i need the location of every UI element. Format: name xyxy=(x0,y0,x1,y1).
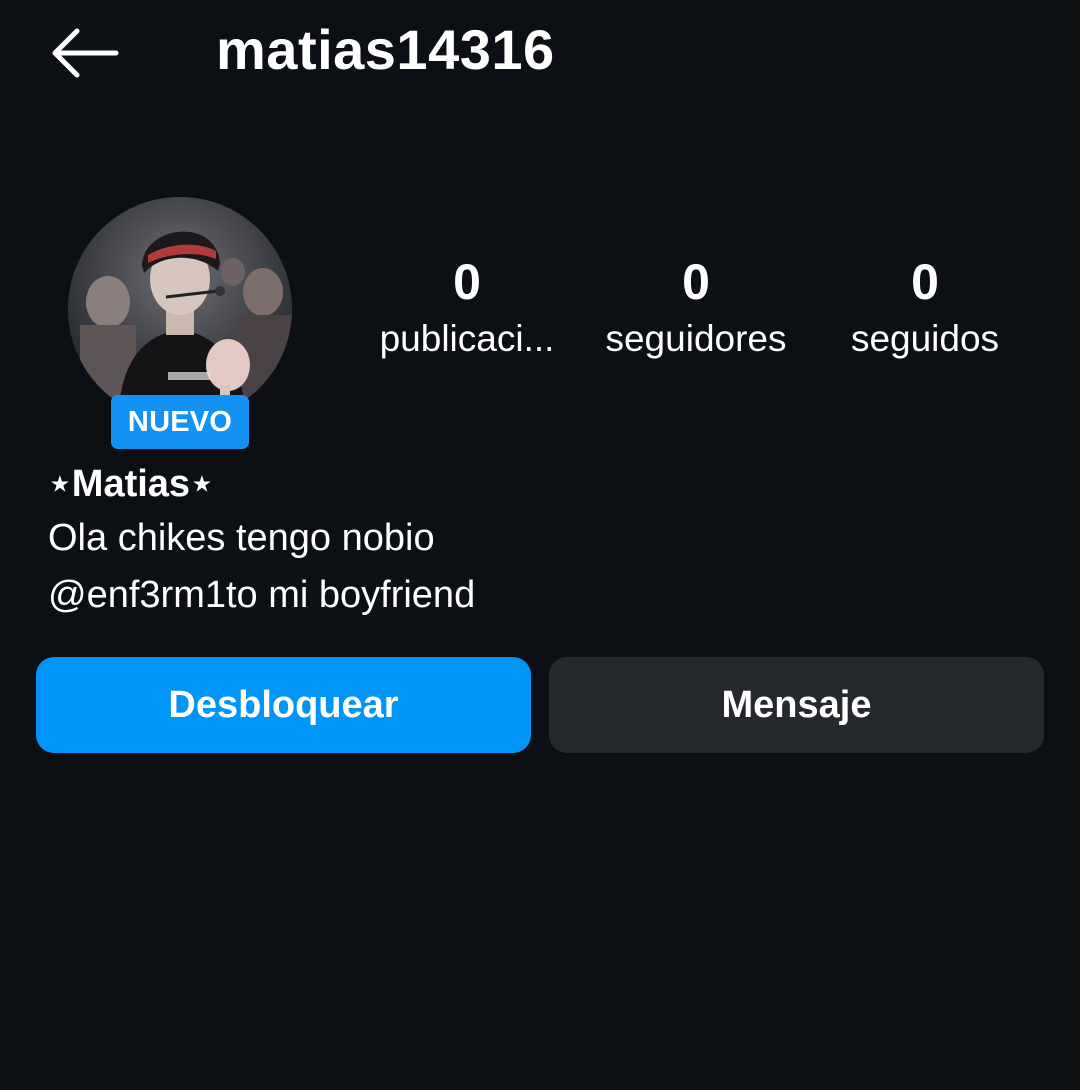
unblock-button[interactable]: Desbloquear xyxy=(36,657,531,753)
avatar[interactable] xyxy=(68,197,292,421)
stat-posts-count: 0 xyxy=(453,254,481,310)
stat-posts-label: publicaci... xyxy=(379,318,555,359)
page-title-username: matias14316 xyxy=(216,18,555,81)
stat-posts[interactable]: 0 publicaci... xyxy=(352,250,582,364)
arrow-left-icon xyxy=(52,28,119,78)
back-button[interactable] xyxy=(42,22,126,84)
display-name: ⋆Matias⋆ xyxy=(48,463,214,505)
profile-photo xyxy=(68,197,292,421)
stat-followers-label: seguidores xyxy=(605,318,787,359)
stat-followers-count: 0 xyxy=(682,254,710,310)
bio-line: Ola chikes tengo nobio xyxy=(48,517,435,559)
new-badge: NUEVO xyxy=(111,395,249,449)
stat-following-label: seguidos xyxy=(850,318,1000,359)
message-button[interactable]: Mensaje xyxy=(549,657,1044,753)
bio-line[interactable]: @enf3rm1to mi boyfriend xyxy=(48,569,475,621)
stat-followers[interactable]: 0 seguidores xyxy=(581,250,811,364)
stat-following-count: 0 xyxy=(911,254,939,310)
profile-page: matias14316 NUEVO 0 publicaci... 0 segui… xyxy=(0,0,1080,1090)
stat-following[interactable]: 0 seguidos xyxy=(810,250,1040,364)
